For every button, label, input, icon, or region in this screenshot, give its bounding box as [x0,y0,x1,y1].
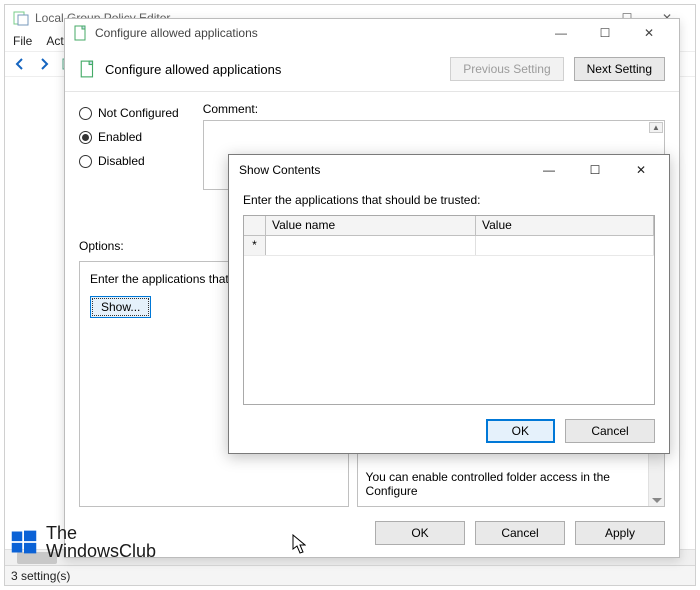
show-contents-dialog: Show Contents — ☐ ✕ Enter the applicatio… [228,154,670,454]
radio-disabled-label: Disabled [98,154,145,168]
show-button[interactable]: Show... [90,296,151,318]
grid-row[interactable]: * [244,236,654,256]
cancel-button[interactable]: Cancel [475,521,565,545]
radio-enabled[interactable]: Enabled [79,130,179,144]
options-label: Options: [79,239,124,253]
back-button[interactable] [9,53,31,75]
radio-enabled-label: Enabled [98,130,142,144]
contents-title: Show Contents [239,163,320,177]
settings-close-button[interactable]: ✕ [627,19,671,47]
grid-cell-value-name[interactable] [266,236,476,255]
grid-header-value[interactable]: Value [476,216,654,235]
contents-maximize-button[interactable]: ☐ [577,157,613,183]
contents-ok-button[interactable]: OK [486,419,555,443]
comment-label: Comment: [203,102,665,116]
grid-cell-value[interactable] [476,236,654,255]
radio-not-configured[interactable]: Not Configured [79,106,179,120]
contents-close-button[interactable]: ✕ [623,157,659,183]
gpedit-app-icon [13,10,29,26]
radio-disabled[interactable]: Disabled [79,154,179,168]
comment-scroll-up[interactable]: ▲ [649,122,663,133]
settings-titlebar[interactable]: Configure allowed applications — ☐ ✕ [65,19,679,47]
grid-header-selector[interactable] [244,216,266,235]
contents-minimize-button[interactable]: — [531,157,567,183]
state-radio-group: Not Configured Enabled Disabled [79,102,179,190]
grid-row-marker: * [244,236,266,255]
grid-header-value-name[interactable]: Value name [266,216,476,235]
policy-icon [73,25,89,41]
policy-heading-icon [79,60,97,78]
ok-button[interactable]: OK [375,521,465,545]
settings-title: Configure allowed applications [95,26,258,40]
contents-prompt: Enter the applications that should be tr… [243,193,655,207]
radio-not-configured-label: Not Configured [98,106,179,120]
forward-button[interactable] [33,53,55,75]
policy-heading: Configure allowed applications [105,62,281,77]
apply-button[interactable]: Apply [575,521,665,545]
statusbar: 3 setting(s) [5,565,695,585]
previous-setting-button: Previous Setting [450,57,563,81]
help-text: You can enable controlled folder access … [366,470,644,498]
status-text: 3 setting(s) [11,569,70,583]
contents-cancel-button[interactable]: Cancel [565,419,655,443]
next-setting-button[interactable]: Next Setting [574,57,665,81]
settings-minimize-button[interactable]: — [539,19,583,47]
menu-file[interactable]: File [13,34,32,48]
values-grid[interactable]: Value name Value * [243,215,655,405]
settings-maximize-button[interactable]: ☐ [583,19,627,47]
contents-titlebar[interactable]: Show Contents — ☐ ✕ [229,155,669,185]
